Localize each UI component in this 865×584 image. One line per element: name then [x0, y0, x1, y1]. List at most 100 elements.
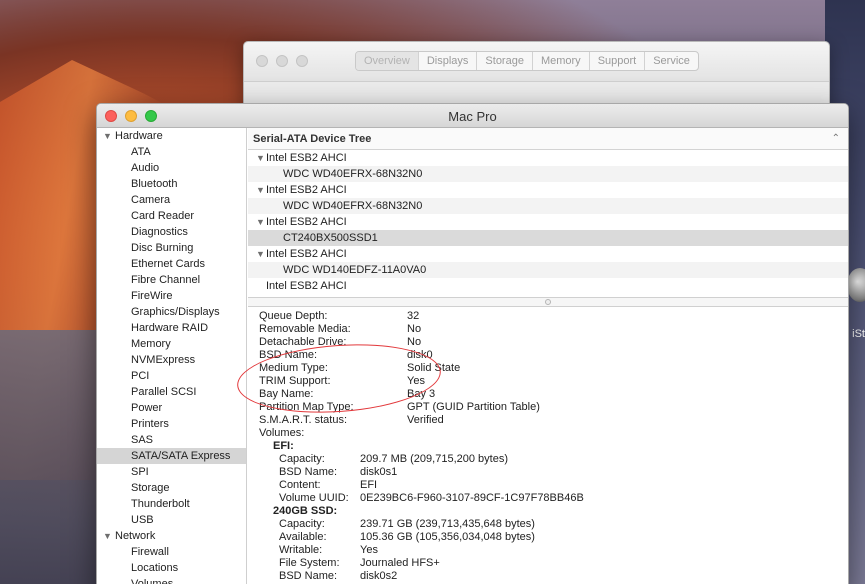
- bg-tab-overview[interactable]: Overview: [356, 52, 419, 70]
- detail-value: Solid State: [407, 362, 461, 374]
- tree-header[interactable]: Serial-ATA Device Tree ⌃: [248, 128, 848, 150]
- bg-tab-support[interactable]: Support: [590, 52, 646, 70]
- tree-row-label: Intel ESB2 AHCI: [266, 184, 347, 196]
- detail-row: Volumes:: [248, 427, 848, 440]
- tree-row-controller[interactable]: ▼ Intel ESB2 AHCI: [248, 214, 848, 230]
- sidebar-item[interactable]: Ethernet Cards: [97, 256, 246, 272]
- sidebar-item[interactable]: Fibre Channel: [97, 272, 246, 288]
- detail-row: Detachable Drive: No: [248, 336, 848, 349]
- sidebar-item[interactable]: Locations: [97, 560, 246, 576]
- sidebar: ▼ Hardware ATA Audio Bluetooth Camera Card Rea…: [97, 128, 247, 584]
- detail-value: GPT (GUID Partition Table): [407, 401, 540, 413]
- detail-key: Available:: [279, 531, 327, 543]
- sidebar-group-hardware[interactable]: ▼ Hardware: [97, 128, 246, 144]
- detail-row: File System: Journaled HFS+: [248, 557, 848, 570]
- sidebar-item[interactable]: Printers: [97, 416, 246, 432]
- sidebar-item[interactable]: SATA/SATA Express: [97, 448, 246, 464]
- sidebar-item[interactable]: Audio: [97, 160, 246, 176]
- bg-tab-memory[interactable]: Memory: [533, 52, 590, 70]
- sidebar-item[interactable]: Card Reader: [97, 208, 246, 224]
- desktop-disk-label[interactable]: iSt: [852, 328, 865, 340]
- sidebar-item[interactable]: Storage: [97, 480, 246, 496]
- tree-row-controller[interactable]: ▼ Intel ESB2 AHCI: [248, 150, 848, 166]
- detail-key: Content:: [279, 479, 321, 491]
- background-window-titlebar[interactable]: Overview Displays Storage Memory Support Serv…: [244, 42, 829, 82]
- sidebar-item[interactable]: Volumes: [97, 576, 246, 584]
- detail-key: File System:: [279, 557, 340, 569]
- disclosure-down-icon[interactable]: ▼: [256, 182, 265, 198]
- detail-row: Medium Type: Solid State: [248, 362, 848, 375]
- detail-key: EFI:: [273, 440, 294, 452]
- sidebar-item[interactable]: Hardware RAID: [97, 320, 246, 336]
- bg-minimize-button[interactable]: [276, 55, 288, 67]
- detail-key: BSD Name:: [279, 570, 338, 582]
- tree-row-label: WDC WD140EDFZ-11A0VA0: [283, 264, 427, 276]
- detail-value: 105.36 GB (105,356,034,048 bytes): [360, 531, 535, 543]
- tree-row-controller[interactable]: Intel ESB2 AHCI: [248, 278, 848, 294]
- bg-tab-storage[interactable]: Storage: [477, 52, 533, 70]
- detail-row: Removable Media: No: [248, 323, 848, 336]
- detail-key: Writable:: [279, 544, 323, 556]
- sidebar-item[interactable]: Diagnostics: [97, 224, 246, 240]
- detail-row: S.M.A.R.T. status: Verified: [248, 414, 848, 427]
- sidebar-item[interactable]: ATA: [97, 144, 246, 160]
- sidebar-item[interactable]: Camera: [97, 192, 246, 208]
- tree-row-controller[interactable]: ▼ Intel ESB2 AHCI: [248, 182, 848, 198]
- sidebar-item[interactable]: Parallel SCSI: [97, 384, 246, 400]
- detail-value: 32: [407, 310, 420, 322]
- bg-tab-service[interactable]: Service: [645, 52, 698, 70]
- sidebar-item[interactable]: Memory: [97, 336, 246, 352]
- tree-row-label: WDC WD40EFRX-68N32N0: [283, 168, 423, 180]
- tree-row-label: Intel ESB2 AHCI: [266, 248, 347, 260]
- sidebar-item[interactable]: Bluetooth: [97, 176, 246, 192]
- tree-row-label: Intel ESB2 AHCI: [266, 152, 347, 164]
- sidebar-item[interactable]: Graphics/Displays: [97, 304, 246, 320]
- sidebar-item[interactable]: Firewall: [97, 544, 246, 560]
- disclosure-down-icon[interactable]: ▼: [256, 246, 265, 262]
- sidebar-item[interactable]: NVMExpress: [97, 352, 246, 368]
- sidebar-item[interactable]: SAS: [97, 432, 246, 448]
- detail-value: disk0: [407, 349, 433, 361]
- detail-row: Queue Depth: 32: [248, 310, 848, 323]
- sidebar-item[interactable]: USB: [97, 512, 246, 528]
- tree-row-device[interactable]: WDC WD40EFRX-68N32N0: [248, 166, 848, 182]
- tree-row-controller[interactable]: ▼ Intel ESB2 AHCI: [248, 246, 848, 262]
- disclosure-down-icon[interactable]: ▼: [256, 214, 265, 230]
- tree-row-device[interactable]: WDC WD40EFRX-68N32N0: [248, 198, 848, 214]
- sidebar-item[interactable]: PCI: [97, 368, 246, 384]
- bg-tab-displays[interactable]: Displays: [419, 52, 478, 70]
- detail-row: Volume UUID: 0E239BC6-F960-3107-89CF-1C97…: [248, 492, 848, 505]
- sidebar-item[interactable]: Thunderbolt: [97, 496, 246, 512]
- detail-key: S.M.A.R.T. status:: [259, 414, 348, 426]
- device-details: Queue Depth: 32 Removable Media: No Detachab…: [248, 307, 848, 583]
- sidebar-item[interactable]: Power: [97, 400, 246, 416]
- disclosure-down-icon[interactable]: ▼: [256, 150, 265, 166]
- detail-value: 239.71 GB (239,713,435,648 bytes): [360, 518, 535, 530]
- sidebar-item[interactable]: FireWire: [97, 288, 246, 304]
- detail-row: Content: EFI: [248, 479, 848, 492]
- window-titlebar[interactable]: Mac Pro: [97, 104, 848, 128]
- sidebar-group-hardware-label: Hardware: [115, 130, 163, 142]
- splitter-handle-icon[interactable]: [545, 299, 551, 305]
- bg-zoom-button[interactable]: [296, 55, 308, 67]
- tree-row-device[interactable]: WDC WD140EDFZ-11A0VA0: [248, 262, 848, 278]
- device-tree: ▼ Intel ESB2 AHCI WDC WD40EFRX-68N32N0 ▼ Int…: [248, 150, 848, 297]
- detail-value: Bay 3: [407, 388, 436, 400]
- detail-key: Detachable Drive:: [259, 336, 347, 348]
- tree-row-label: Intel ESB2 AHCI: [266, 280, 347, 292]
- sidebar-item[interactable]: Disc Burning: [97, 240, 246, 256]
- disclosure-down-icon[interactable]: ▼: [103, 528, 112, 544]
- tree-row-label: CT240BX500SSD1: [283, 232, 378, 244]
- disclosure-down-icon[interactable]: ▼: [103, 128, 112, 144]
- sidebar-group-network[interactable]: ▼ Network: [97, 528, 246, 544]
- detail-value: EFI: [360, 479, 378, 491]
- detail-row: TRIM Support: Yes: [248, 375, 848, 388]
- detail-row: EFI:: [248, 440, 848, 453]
- sidebar-item[interactable]: SPI: [97, 464, 246, 480]
- sort-chevron-icon[interactable]: ⌃: [832, 128, 840, 150]
- detail-value: 209.7 MB (209,715,200 bytes): [360, 453, 508, 465]
- bg-close-button[interactable]: [256, 55, 268, 67]
- pane-splitter[interactable]: [248, 297, 848, 307]
- tree-row-device[interactable]: CT240BX500SSD1: [248, 230, 848, 246]
- window-title: Mac Pro: [448, 109, 497, 124]
